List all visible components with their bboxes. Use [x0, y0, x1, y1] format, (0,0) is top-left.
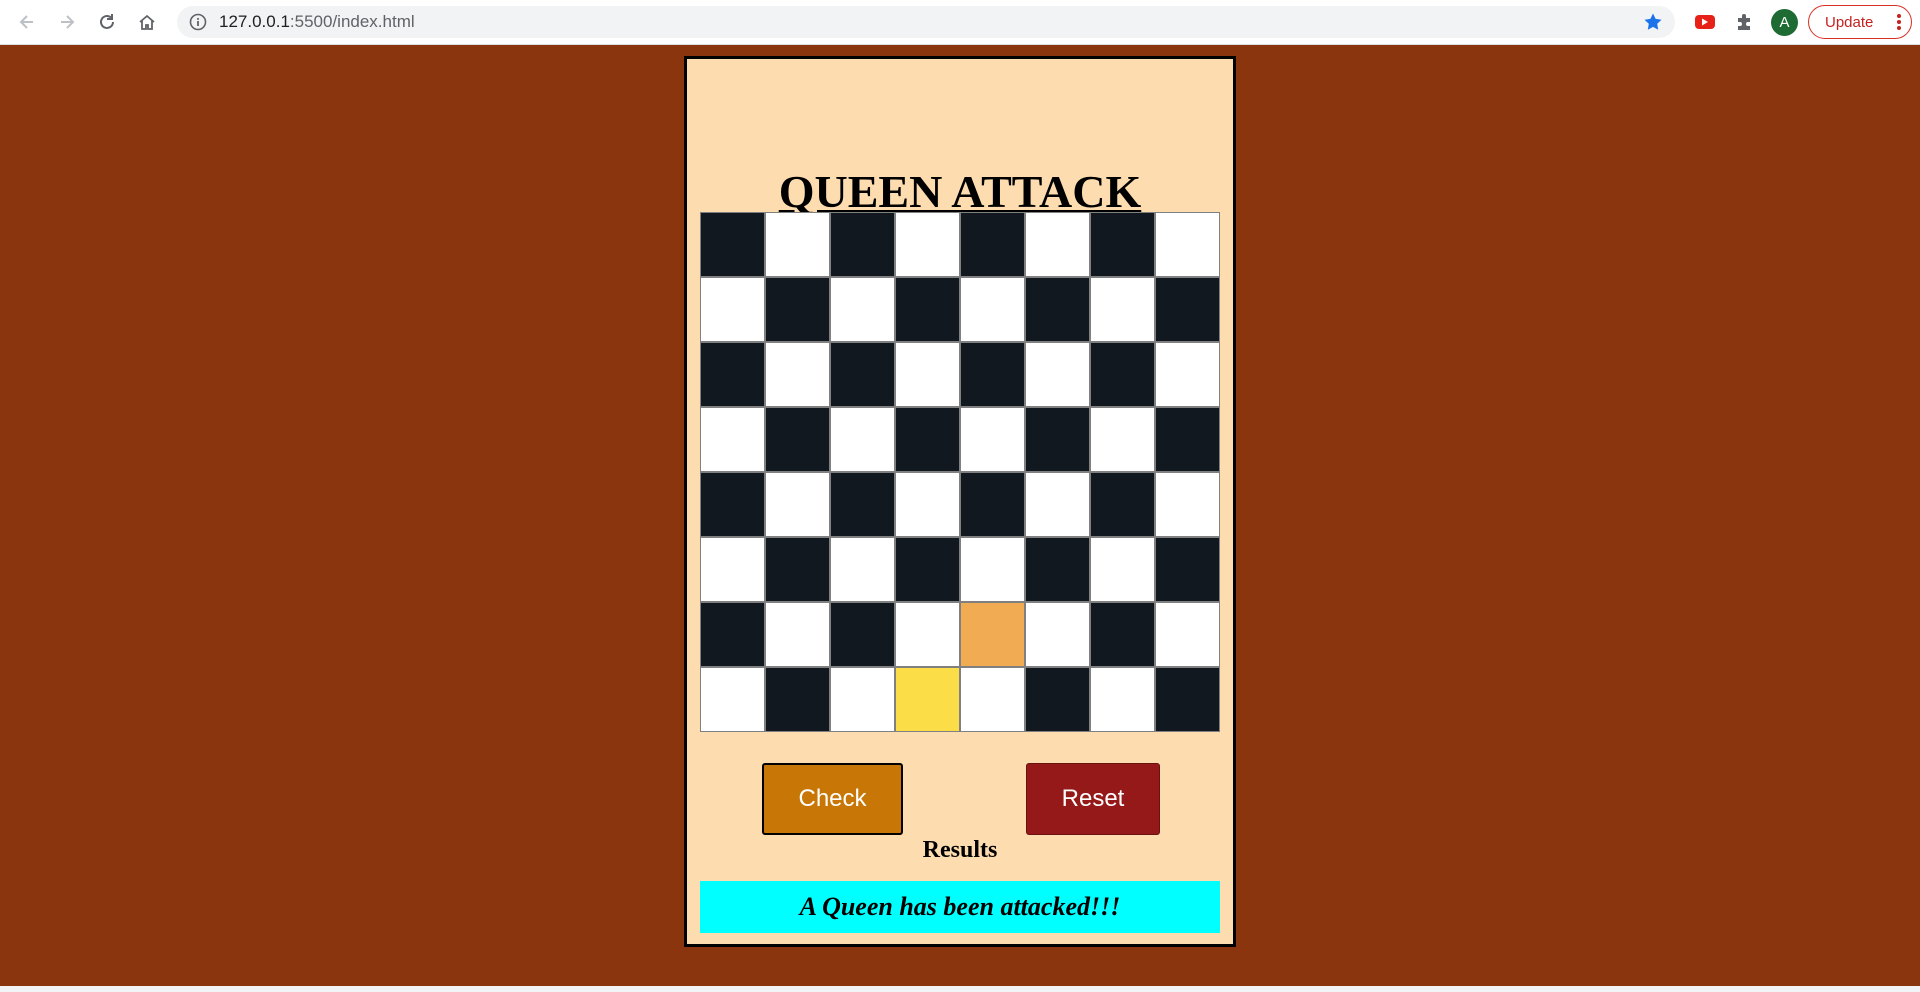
browser-toolbar: 127.0.0.1:5500/index.html A Update — [0, 0, 1920, 45]
board-square[interactable] — [1155, 667, 1220, 732]
queen-attack-card: QUEEN ATTACK Check Reset Results A Queen… — [684, 56, 1236, 947]
board-square[interactable] — [1155, 277, 1220, 342]
board-square[interactable] — [1025, 472, 1090, 537]
kebab-menu-icon[interactable] — [1897, 14, 1901, 30]
result-message: A Queen has been attacked!!! — [700, 881, 1220, 933]
queen-square[interactable] — [960, 602, 1025, 667]
board-square[interactable] — [895, 277, 960, 342]
board-square[interactable] — [700, 277, 765, 342]
board-square[interactable] — [1090, 212, 1155, 277]
board-square[interactable] — [895, 407, 960, 472]
chess-board — [700, 212, 1220, 732]
board-square[interactable] — [895, 537, 960, 602]
board-square[interactable] — [765, 667, 830, 732]
board-square[interactable] — [830, 667, 895, 732]
puzzle-icon[interactable] — [1734, 11, 1756, 33]
board-square[interactable] — [700, 212, 765, 277]
board-square[interactable] — [895, 212, 960, 277]
board-square[interactable] — [765, 472, 830, 537]
address-bar[interactable]: 127.0.0.1:5500/index.html — [177, 6, 1675, 38]
queen-square[interactable] — [895, 667, 960, 732]
update-label: Update — [1825, 13, 1874, 31]
results-heading: Results — [922, 837, 998, 863]
board-square[interactable] — [700, 407, 765, 472]
board-square[interactable] — [830, 407, 895, 472]
board-square[interactable] — [765, 407, 830, 472]
info-icon[interactable] — [189, 13, 207, 31]
url-path: :5500/index.html — [289, 12, 415, 31]
board-square[interactable] — [765, 342, 830, 407]
board-square[interactable] — [830, 212, 895, 277]
board-square[interactable] — [960, 342, 1025, 407]
board-square[interactable] — [1155, 342, 1220, 407]
board-square[interactable] — [830, 277, 895, 342]
board-square[interactable] — [1025, 212, 1090, 277]
board-square[interactable] — [830, 602, 895, 667]
board-square[interactable] — [960, 537, 1025, 602]
bottom-strip — [0, 986, 1920, 992]
back-button[interactable] — [13, 8, 41, 36]
board-square[interactable] — [1025, 537, 1090, 602]
forward-button[interactable] — [53, 8, 81, 36]
avatar[interactable]: A — [1771, 9, 1798, 36]
board-square[interactable] — [765, 277, 830, 342]
url-text[interactable]: 127.0.0.1:5500/index.html — [219, 12, 415, 32]
home-button[interactable] — [133, 8, 161, 36]
board-square[interactable] — [895, 472, 960, 537]
board-square[interactable] — [830, 537, 895, 602]
board-square[interactable] — [1090, 667, 1155, 732]
board-square[interactable] — [700, 667, 765, 732]
board-square[interactable] — [1025, 602, 1090, 667]
page-title: QUEEN ATTACK — [778, 166, 1142, 217]
board-square[interactable] — [1025, 407, 1090, 472]
board-square[interactable] — [960, 667, 1025, 732]
board-square[interactable] — [1155, 602, 1220, 667]
board-square[interactable] — [765, 212, 830, 277]
board-square[interactable] — [700, 472, 765, 537]
board-square[interactable] — [700, 602, 765, 667]
reload-icon — [100, 14, 114, 29]
board-square[interactable] — [960, 472, 1025, 537]
board-square[interactable] — [1155, 407, 1220, 472]
youtube-extension-icon[interactable] — [1694, 11, 1716, 33]
arrow-left-icon — [19, 15, 33, 29]
board-square[interactable] — [765, 602, 830, 667]
board-square[interactable] — [1090, 342, 1155, 407]
board-square[interactable] — [1090, 407, 1155, 472]
board-square[interactable] — [1090, 472, 1155, 537]
board-square[interactable] — [1090, 602, 1155, 667]
star-icon[interactable] — [1643, 12, 1663, 32]
board-square[interactable] — [830, 472, 895, 537]
board-square[interactable] — [1025, 342, 1090, 407]
home-icon — [139, 14, 155, 30]
arrow-right-icon — [61, 15, 75, 29]
board-square[interactable] — [960, 212, 1025, 277]
board-square[interactable] — [1155, 212, 1220, 277]
board-square[interactable] — [1155, 472, 1220, 537]
board-square[interactable] — [895, 602, 960, 667]
board-square[interactable] — [700, 537, 765, 602]
reload-button[interactable] — [93, 8, 121, 36]
url-host: 127.0.0.1 — [219, 12, 290, 31]
check-button[interactable]: Check — [762, 763, 903, 835]
board-square[interactable] — [700, 342, 765, 407]
board-square[interactable] — [1090, 277, 1155, 342]
board-square[interactable] — [960, 407, 1025, 472]
update-button[interactable]: Update — [1808, 5, 1912, 39]
board-square[interactable] — [765, 537, 830, 602]
reset-button[interactable]: Reset — [1026, 763, 1160, 835]
board-square[interactable] — [960, 277, 1025, 342]
board-square[interactable] — [1155, 537, 1220, 602]
board-square[interactable] — [1025, 277, 1090, 342]
board-square[interactable] — [1025, 667, 1090, 732]
board-square[interactable] — [830, 342, 895, 407]
board-square[interactable] — [895, 342, 960, 407]
board-square[interactable] — [1090, 537, 1155, 602]
